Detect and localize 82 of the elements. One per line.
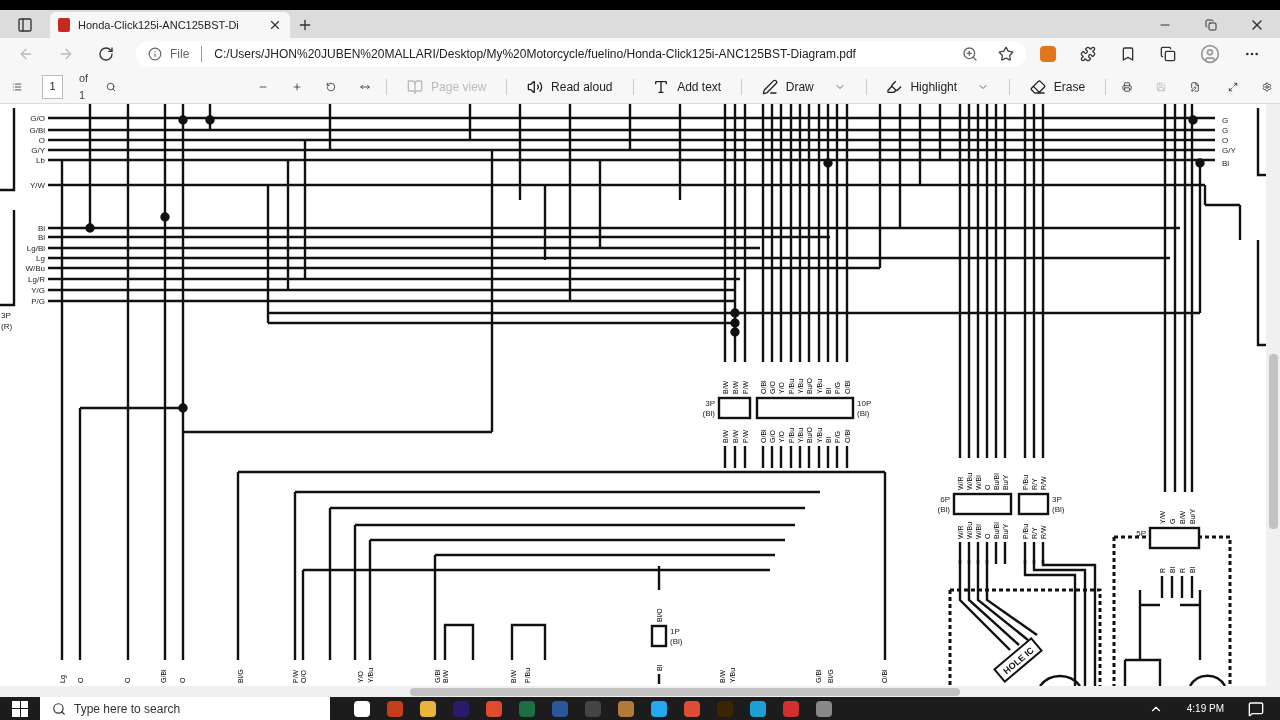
toolbar-button[interactable]: Highlight [882,77,994,96]
wire-label: Y/G [31,286,45,295]
wire-label: Lb [36,156,45,165]
text-box-icon [653,78,670,95]
notifications-icon[interactable] [1248,700,1264,717]
wire-label: W/Bu [25,264,45,273]
toolbar-button[interactable]: Draw [757,77,850,96]
connector-housing [650,624,668,648]
wire-label: G [1222,126,1229,135]
wire-label: Lg/R [28,275,45,284]
info-icon [148,47,162,61]
connector-label: (Bl) [670,637,683,646]
taskbar-search-field[interactable]: Type here to search [40,697,330,720]
wire-label: Lg/Bl [26,244,45,253]
wire-label: Bl [37,233,45,242]
favorites-icon[interactable] [1120,46,1136,62]
connector-label: (Bl) [702,409,715,418]
connector-label: (Bl) [857,409,870,418]
wire-label: P/G [31,297,45,306]
pen-icon [761,78,778,95]
wire-label: Bl [1222,159,1230,168]
close-icon[interactable] [268,18,282,32]
clock-time: 4:19 PM [1186,702,1224,716]
vertical-scrollbar[interactable] [1266,104,1280,697]
search-icon [52,701,66,716]
horizontal-scrollbar[interactable] [0,686,1266,697]
windows-start-icon[interactable] [12,700,28,717]
wire-label: O [38,136,45,145]
connector-housing [717,396,752,420]
toolbar-button[interactable]: Add text [649,77,726,96]
address-prefix: File [170,46,190,63]
highlighter-icon [886,78,903,95]
tab-actions-icon [17,17,33,33]
back-icon [18,46,34,62]
connector-label: 3P [705,399,715,408]
toolbar-button[interactable]: Erase [1025,77,1090,96]
address-bar[interactable]: File C:/Users/JHON%20JUBEN%20MALLARI/Desktop/My%20Motorcycle/fuelino/Honda-Click125i-ANC125BST-Diagram.pdf [136,41,1026,67]
connector-label: (Bl) [937,505,950,514]
plus-icon [297,17,313,33]
wire-label: Lg [36,254,45,263]
wire-label: G/Y [31,146,45,155]
extensions-icon[interactable] [1080,46,1096,62]
browser-tab[interactable]: Honda-Click125i-ANC125BST-Di [50,12,290,38]
connector-label: 10P [857,399,872,408]
wire-label: Y/W [29,181,45,190]
wire-label: G/O [30,114,45,123]
url-text: C:/Users/JHON%20JUBEN%20MALLARI/Desktop/My%20Motorcycle/fuelino/Honda-Click125i-ANC125BST-Diagram.pdf [214,46,857,63]
wire-label: G/Y [1222,146,1236,155]
connector-housing [1148,526,1201,550]
connector-housing [1017,492,1050,516]
speaker-icon [527,78,544,95]
wire-label: O [1222,136,1229,145]
connector-label: 3P [1,311,11,320]
connector-label: (Bl) [1052,505,1065,514]
tab-title: Honda-Click125i-ANC125BST-Di [78,17,240,33]
taskbar-app-icon[interactable] [354,700,370,717]
taskbar-app-icon[interactable] [651,700,667,717]
connector-label: (R) [1,322,13,331]
connector-label: 3P [1052,495,1062,504]
connector-label: 6P [940,495,950,504]
page-count: of 1 [78,71,90,103]
profile-icon[interactable] [1200,44,1220,64]
wire-label: G/Bl [29,126,45,135]
taskbar-app-icon[interactable] [750,700,766,717]
eraser-icon [1029,78,1046,95]
forward-icon [58,46,74,62]
book-icon [407,78,424,95]
favorite-icon [998,46,1014,62]
collections-icon[interactable] [1160,46,1176,62]
wire-label: G [1222,116,1229,125]
toolbar-button[interactable]: Read aloud [523,77,617,96]
scrollbar-thumb[interactable] [410,687,960,696]
connector-label: 5P [1136,529,1146,538]
restore-icon [1205,19,1217,31]
wire-label: Bl [37,224,45,233]
refresh-icon [98,46,114,62]
page-number-field[interactable]: 1 [42,74,63,99]
taskbar-app-icon[interactable] [420,700,436,717]
connector-housing [952,492,1013,516]
connector-label: 1P [670,627,680,636]
zoom-icon [962,46,978,62]
scrollbar-thumb[interactable] [1268,354,1278,529]
